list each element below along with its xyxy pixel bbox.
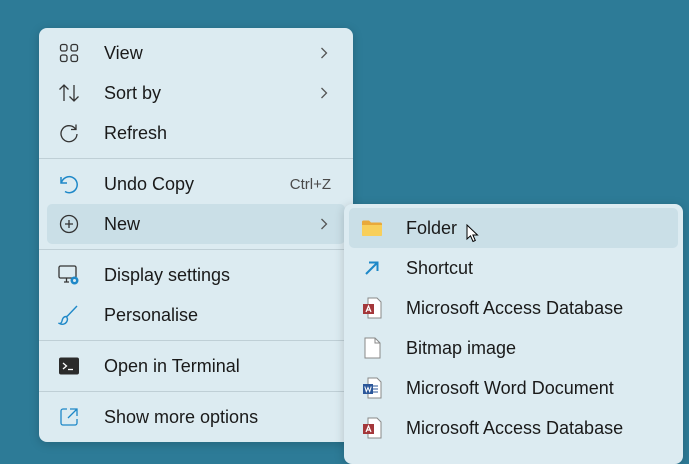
- access-file-icon: [361, 417, 383, 439]
- menu-item-refresh[interactable]: Refresh: [47, 113, 345, 153]
- brush-icon: [58, 304, 80, 326]
- chevron-right-icon: [317, 217, 331, 231]
- menu-item-new[interactable]: New: [47, 204, 345, 244]
- menu-item-open-in-terminal[interactable]: Open in Terminal: [47, 346, 345, 386]
- menu-separator: [39, 158, 353, 159]
- submenu-item-label: Bitmap image: [406, 337, 517, 358]
- menu-separator: [39, 249, 353, 250]
- menu-item-label: Open in Terminal: [104, 355, 240, 376]
- mouse-cursor-icon: [466, 224, 479, 243]
- blank-file-icon: [361, 337, 383, 359]
- access-file-icon: [361, 297, 383, 319]
- terminal-icon: [58, 355, 80, 377]
- menu-item-label: Sort by: [104, 82, 162, 103]
- submenu-item-label: Microsoft Access Database: [406, 417, 624, 438]
- plus-circle-icon: [58, 213, 80, 235]
- submenu-item-label: Microsoft Access Database: [406, 297, 624, 318]
- menu-separator: [39, 340, 353, 341]
- open-external-icon: [58, 406, 80, 428]
- submenu-item-folder[interactable]: Folder: [349, 208, 678, 248]
- desktop-context-menu: View Sort by Refresh Undo Copy Ctrl+Z Ne…: [39, 28, 353, 442]
- menu-item-undo-copy[interactable]: Undo Copy Ctrl+Z: [47, 164, 345, 204]
- word-file-icon: [361, 377, 383, 399]
- menu-item-label: Show more options: [104, 406, 259, 427]
- menu-item-label: New: [104, 213, 141, 234]
- menu-item-label: Display settings: [104, 264, 231, 285]
- undo-icon: [58, 173, 80, 195]
- submenu-item-label: Shortcut: [406, 257, 474, 278]
- submenu-item-access-database-2[interactable]: Microsoft Access Database: [349, 408, 678, 448]
- menu-item-sort-by[interactable]: Sort by: [47, 73, 345, 113]
- menu-item-personalise[interactable]: Personalise: [47, 295, 345, 335]
- new-submenu: Folder Shortcut Microsoft Access Databas…: [344, 204, 683, 464]
- submenu-item-label: Folder: [406, 217, 458, 238]
- chevron-right-icon: [317, 46, 331, 60]
- submenu-item-label: Microsoft Word Document: [406, 377, 614, 398]
- folder-icon: [361, 217, 383, 239]
- submenu-item-shortcut[interactable]: Shortcut: [349, 248, 678, 288]
- menu-item-label: Refresh: [104, 122, 168, 143]
- menu-item-label: Undo Copy: [104, 173, 195, 194]
- submenu-item-access-database[interactable]: Microsoft Access Database: [349, 288, 678, 328]
- menu-item-view[interactable]: View: [47, 33, 345, 73]
- menu-item-display-settings[interactable]: Display settings: [47, 255, 345, 295]
- refresh-icon: [58, 122, 80, 144]
- submenu-item-bitmap-image[interactable]: Bitmap image: [349, 328, 678, 368]
- menu-item-show-more-options[interactable]: Show more options: [47, 397, 345, 437]
- menu-item-label: Personalise: [104, 304, 199, 325]
- chevron-right-icon: [317, 86, 331, 100]
- grid-icon: [58, 42, 80, 64]
- menu-separator: [39, 391, 353, 392]
- sort-icon: [58, 82, 80, 104]
- shortcut-arrow-icon: [361, 257, 383, 279]
- menu-item-label: View: [104, 42, 143, 63]
- submenu-item-word-document[interactable]: Microsoft Word Document: [349, 368, 678, 408]
- display-settings-icon: [58, 264, 80, 286]
- shortcut-hint: Ctrl+Z: [289, 175, 331, 193]
